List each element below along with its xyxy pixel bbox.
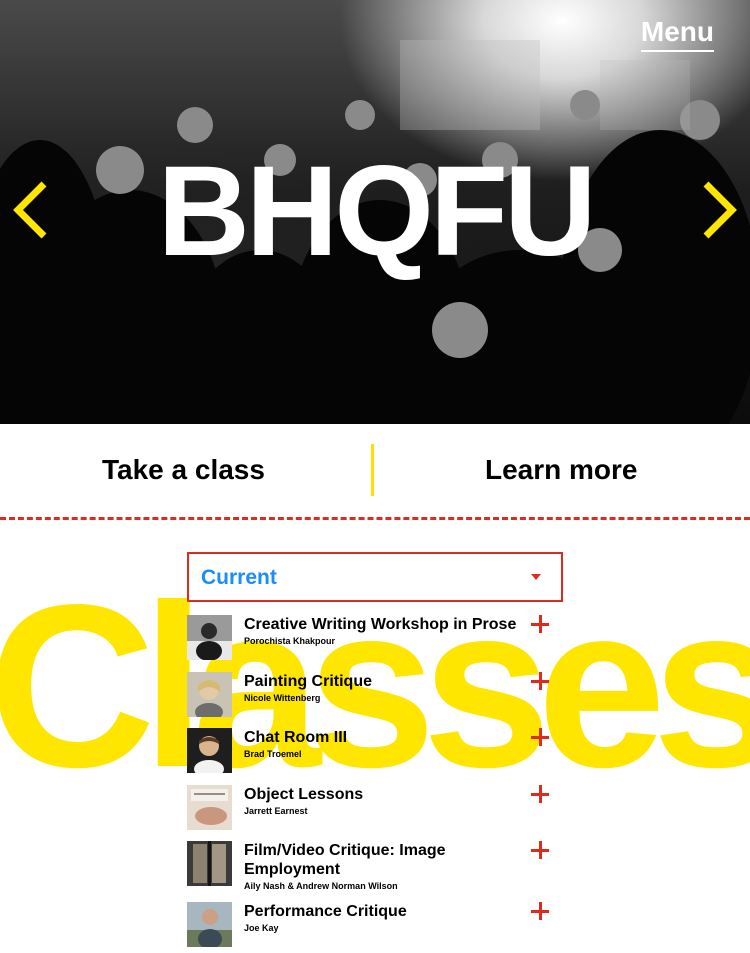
- hero-title: BHQFU: [157, 140, 596, 283]
- nav-divider: [371, 444, 374, 496]
- class-instructor: Jarrett Earnest: [244, 806, 308, 816]
- class-instructor: Nicole Wittenberg: [244, 693, 321, 703]
- class-instructor: Porochista Khakpour: [244, 636, 336, 646]
- expand-plus-icon[interactable]: [531, 672, 549, 690]
- expand-plus-icon[interactable]: [531, 902, 549, 920]
- class-filter-select[interactable]: Current: [187, 552, 563, 602]
- instructor-photo: [187, 615, 232, 660]
- menu-link[interactable]: Menu: [640, 15, 714, 52]
- instructor-photo: [187, 902, 232, 947]
- instructor-photo: [187, 785, 232, 830]
- instructor-photo: [187, 841, 232, 886]
- class-instructor: Brad Troemel: [244, 749, 302, 759]
- hero-banner: BHQFU Menu: [0, 0, 750, 424]
- take-a-class-link[interactable]: Take a class: [102, 454, 265, 486]
- expand-plus-icon[interactable]: [531, 785, 549, 803]
- class-instructor: Joe Kay: [244, 923, 279, 933]
- instructor-photo: [187, 672, 232, 717]
- filter-selected-value: Current: [201, 566, 277, 589]
- chevron-right-icon[interactable]: [698, 180, 738, 240]
- class-title[interactable]: Painting Critique Nicole Wittenberg: [244, 672, 519, 704]
- primary-nav: Take a class Learn more: [0, 424, 750, 519]
- class-title[interactable]: Film/Video Critique: Image Employment Ai…: [244, 841, 519, 892]
- expand-plus-icon[interactable]: [531, 615, 549, 633]
- expand-plus-icon[interactable]: [531, 728, 549, 746]
- learn-more-link[interactable]: Learn more: [485, 454, 638, 486]
- class-title[interactable]: Performance Critique Joe Kay: [244, 902, 519, 934]
- section-divider: [0, 517, 750, 520]
- expand-plus-icon[interactable]: [531, 841, 549, 859]
- class-instructor: Aily Nash & Andrew Norman Wilson: [244, 881, 398, 891]
- caret-down-icon: [531, 574, 541, 580]
- class-title[interactable]: Creative Writing Workshop in Prose Poroc…: [244, 615, 519, 647]
- chevron-left-icon[interactable]: [12, 180, 52, 240]
- class-title[interactable]: Object Lessons Jarrett Earnest: [244, 785, 519, 817]
- instructor-photo: [187, 728, 232, 773]
- class-title[interactable]: Chat Room III Brad Troemel: [244, 728, 519, 760]
